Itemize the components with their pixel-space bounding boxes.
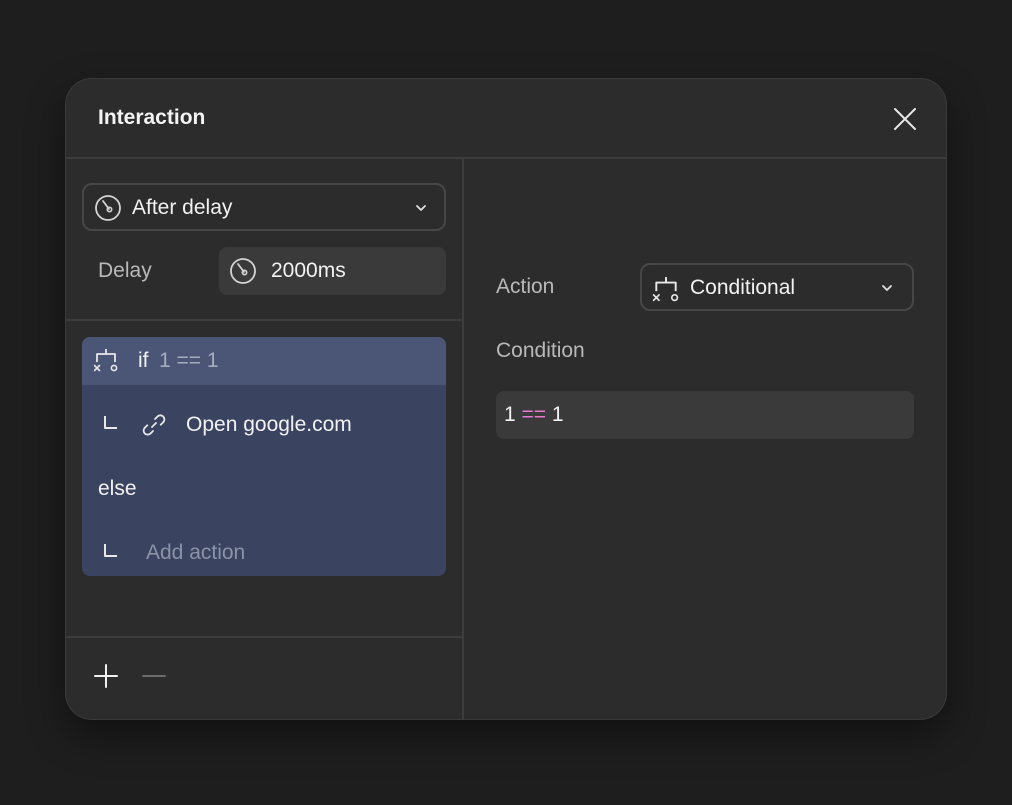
divider (66, 319, 462, 321)
minus-icon (142, 675, 166, 677)
remove-interaction-button[interactable] (140, 662, 168, 690)
condition-operator: == (521, 403, 547, 426)
chevron-down-icon (416, 205, 426, 211)
interaction-dialog: Interaction After delay Delay 2000ms if … (66, 79, 946, 719)
action-tree: if 1 == 1 Open google.com else Add actio… (82, 337, 446, 576)
conditional-icon (652, 277, 679, 302)
divider (66, 636, 462, 638)
if-keyword: if (138, 349, 149, 372)
tree-row-if[interactable]: if 1 == 1 (82, 337, 446, 385)
link-icon (142, 414, 166, 436)
timer-icon (95, 195, 121, 221)
chevron-down-icon (882, 285, 892, 291)
interaction-list-pane: After delay Delay 2000ms if 1 == 1 Open … (66, 159, 464, 719)
delay-value: 2000ms (271, 259, 346, 282)
action-label: Open google.com (186, 413, 352, 436)
condition-input[interactable]: 1 == 1 (496, 391, 914, 439)
if-condition: 1 == 1 (159, 349, 219, 372)
dialog-header: Interaction (66, 79, 946, 159)
close-button[interactable] (892, 106, 918, 132)
add-action-row[interactable]: Add action (82, 529, 446, 576)
condition-expression: 1 == 1 (504, 403, 564, 427)
add-interaction-button[interactable] (92, 662, 120, 690)
action-select-label: Conditional (690, 276, 796, 299)
add-action-label: Add action (146, 541, 246, 564)
tree-row-open-link[interactable]: Open google.com (82, 401, 446, 449)
action-select[interactable]: Conditional (640, 263, 914, 311)
tree-row-else[interactable]: else (82, 465, 446, 513)
condition-field-label: Condition (496, 339, 585, 362)
action-detail-pane: Action Conditional Condition 1 == 1 (464, 159, 946, 719)
action-field-label: Action (496, 275, 555, 298)
plus-icon (94, 664, 118, 688)
timer-icon (230, 258, 256, 284)
conditional-icon (94, 349, 118, 372)
dialog-title: Interaction (98, 106, 206, 129)
delay-label: Delay (98, 259, 152, 282)
trigger-select-label: After delay (132, 196, 233, 219)
condition-left-operand: 1 (504, 403, 516, 426)
trigger-select[interactable]: After delay (82, 183, 446, 231)
close-icon (894, 108, 916, 130)
else-label: else (98, 477, 137, 500)
branch-elbow-icon (104, 416, 117, 429)
branch-elbow-icon (104, 544, 117, 557)
condition-right-operand: 1 (551, 403, 564, 426)
delay-input[interactable]: 2000ms (219, 247, 446, 295)
